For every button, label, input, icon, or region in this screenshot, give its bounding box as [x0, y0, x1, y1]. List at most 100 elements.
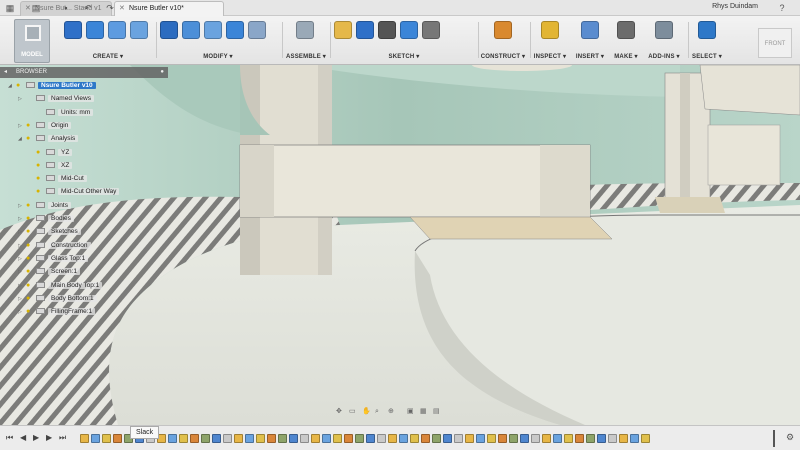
timeline-features[interactable]	[80, 434, 770, 444]
timeline-feature-icon[interactable]	[531, 434, 540, 443]
visibility-bulb-icon[interactable]: ●	[26, 253, 33, 265]
timeline-feature-icon[interactable]	[355, 434, 364, 443]
tool-icon[interactable]	[541, 21, 559, 39]
tab-nsure-butler[interactable]: ✕ Nsure Butler v10*	[114, 1, 224, 16]
browser-item[interactable]: ● Mid-Cut	[28, 173, 87, 185]
visibility-bulb-icon[interactable]: ●	[16, 80, 23, 92]
timeline-feature-icon[interactable]	[168, 434, 177, 443]
modify-group[interactable]: MODIFY ▾	[160, 19, 276, 63]
timeline-feature-icon[interactable]	[377, 434, 386, 443]
expand-arrow-icon[interactable]: ▷	[18, 240, 26, 252]
timeline-feature-icon[interactable]	[542, 434, 551, 443]
timeline-feature-icon[interactable]	[245, 434, 254, 443]
zoom-window-icon[interactable]: ⊕	[388, 408, 398, 416]
tool-icon[interactable]	[296, 21, 314, 39]
browser-item[interactable]: ▷ ● Sketches	[18, 226, 81, 238]
timeline-feature-icon[interactable]	[487, 434, 496, 443]
timeline-feature-icon[interactable]	[267, 434, 276, 443]
tool-icon[interactable]	[130, 21, 148, 39]
tool-icon[interactable]	[248, 21, 266, 39]
browser-item[interactable]: ▷ Named Views	[18, 93, 94, 105]
browser-item[interactable]: ▷ ● FillingFrame:1	[18, 306, 96, 318]
assemble-group[interactable]: ASSEMBLE ▾	[286, 19, 326, 63]
timeline-feature-icon[interactable]	[223, 434, 232, 443]
redo-icon[interactable]: ↷	[104, 2, 116, 14]
browser-item[interactable]: ▷ ● Screen:1	[18, 266, 81, 278]
browser-item[interactable]: ● Mid-Cut Other Way	[28, 186, 120, 198]
grid-settings-icon[interactable]: ▦	[420, 408, 430, 416]
timeline-feature-icon[interactable]	[410, 434, 419, 443]
visibility-bulb-icon[interactable]: ●	[36, 147, 43, 159]
add-ins-group[interactable]: ADD-INS ▾	[644, 19, 684, 63]
help-icon[interactable]: ?	[776, 2, 788, 14]
timeline-feature-icon[interactable]	[278, 434, 287, 443]
timeline-feature-icon[interactable]	[564, 434, 573, 443]
timeline-feature-icon[interactable]	[256, 434, 265, 443]
fast-forward-icon[interactable]: ⏭	[59, 433, 66, 443]
visibility-bulb-icon[interactable]: ●	[26, 293, 33, 305]
tool-icon[interactable]	[182, 21, 200, 39]
make-group[interactable]: MAKE ▾	[610, 19, 642, 63]
tool-icon[interactable]	[356, 21, 374, 39]
expand-arrow-icon[interactable]: ◢	[8, 80, 16, 92]
zoom-icon[interactable]: ⌕	[375, 408, 385, 416]
browser-header[interactable]: ◂ BROWSER ●	[0, 67, 168, 78]
insert-group[interactable]: INSERT ▾	[572, 19, 608, 63]
timeline-feature-icon[interactable]	[421, 434, 430, 443]
timeline-feature-icon[interactable]	[179, 434, 188, 443]
timeline-feature-icon[interactable]	[509, 434, 518, 443]
browser-item[interactable]: ● XZ	[28, 160, 73, 172]
timeline-feature-icon[interactable]	[344, 434, 353, 443]
expand-arrow-icon[interactable]: ▷	[18, 253, 26, 265]
tool-icon[interactable]	[494, 21, 512, 39]
expand-arrow-icon[interactable]: ▷	[18, 200, 26, 212]
browser-item[interactable]: ◢ ● Analysis	[18, 133, 79, 145]
tool-icon[interactable]	[655, 21, 673, 39]
display-settings-icon[interactable]: ▣	[407, 408, 417, 416]
save-icon[interactable]: ▪	[60, 2, 72, 14]
timeline-feature-icon[interactable]	[520, 434, 529, 443]
expand-arrow-icon[interactable]: ▷	[18, 293, 26, 305]
tool-icon[interactable]	[64, 21, 82, 39]
timeline-feature-icon[interactable]	[322, 434, 331, 443]
undo-icon[interactable]: ↶	[82, 2, 94, 14]
expand-arrow-icon[interactable]: ▷	[18, 280, 26, 292]
timeline-feature-icon[interactable]	[311, 434, 320, 443]
expand-arrow-icon[interactable]: ◢	[18, 133, 26, 145]
timeline-feature-icon[interactable]	[289, 434, 298, 443]
timeline-feature-icon[interactable]	[80, 434, 89, 443]
timeline-feature-icon[interactable]	[553, 434, 562, 443]
workspace-switcher[interactable]: MODEL	[14, 19, 50, 63]
timeline-feature-icon[interactable]	[454, 434, 463, 443]
visibility-bulb-icon[interactable]: ●	[36, 186, 43, 198]
timeline-feature-icon[interactable]	[443, 434, 452, 443]
tool-icon[interactable]	[334, 21, 352, 39]
tool-icon[interactable]	[698, 21, 716, 39]
visibility-bulb-icon[interactable]: ●	[26, 266, 33, 278]
tool-icon[interactable]	[581, 21, 599, 39]
construct-group[interactable]: CONSTRUCT ▾	[480, 19, 526, 63]
visibility-bulb-icon[interactable]: ●	[26, 280, 33, 292]
tool-icon[interactable]	[204, 21, 222, 39]
timeline-feature-icon[interactable]	[300, 434, 309, 443]
visibility-bulb-icon[interactable]: ●	[26, 213, 33, 225]
look-icon[interactable]: ▭	[349, 408, 359, 416]
tool-icon[interactable]	[422, 21, 440, 39]
visibility-bulb-icon[interactable]: ●	[26, 200, 33, 212]
expand-arrow-icon[interactable]: ▷	[18, 226, 26, 238]
timeline-feature-icon[interactable]	[234, 434, 243, 443]
timeline-feature-icon[interactable]	[465, 434, 474, 443]
app-menu-icon[interactable]: ▦	[4, 2, 16, 14]
collapse-icon[interactable]: ◂	[4, 67, 7, 78]
timeline-feature-icon[interactable]	[641, 434, 650, 443]
browser-root[interactable]: ◢ ● Nsure Butler v10	[8, 80, 96, 92]
browser-item[interactable]: ▷ ● Main Body Top:1	[18, 280, 103, 292]
browser-item[interactable]: ▷ ● Body Bottom:1	[18, 293, 97, 305]
timeline-feature-icon[interactable]	[366, 434, 375, 443]
tool-icon[interactable]	[86, 21, 104, 39]
timeline-feature-icon[interactable]	[498, 434, 507, 443]
timeline-feature-icon[interactable]	[476, 434, 485, 443]
browser-item[interactable]: ▷ ● Origin	[18, 120, 72, 132]
visibility-bulb-icon[interactable]: ●	[36, 160, 43, 172]
select-group[interactable]: SELECT ▾	[690, 19, 724, 63]
